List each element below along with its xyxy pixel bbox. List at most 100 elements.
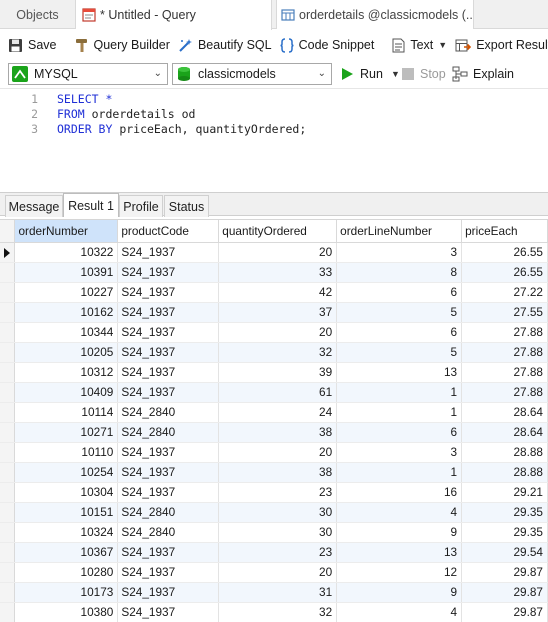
column-header-orderlinenumber[interactable]: orderLineNumber [336, 220, 463, 243]
row-header[interactable] [0, 402, 16, 423]
column-header-quantityordered[interactable]: quantityOrdered [218, 220, 338, 243]
table-cell[interactable]: 10409 [14, 382, 119, 403]
beautify-sql-button[interactable]: Beautify SQL [174, 33, 276, 57]
table-cell[interactable]: 28.64 [461, 402, 548, 423]
table-cell[interactable]: S24_1937 [117, 302, 220, 323]
table-row[interactable]: 10173 S24_1937 31 9 29.87 [0, 582, 548, 603]
tab-profile[interactable]: Profile [119, 195, 163, 217]
table-row[interactable]: 10409 S24_1937 61 1 27.88 [0, 382, 548, 403]
table-cell[interactable]: S24_1937 [117, 262, 220, 283]
database-select[interactable]: classicmodels ⌄ [172, 63, 332, 85]
table-row[interactable]: 10227 S24_1937 42 6 27.22 [0, 282, 548, 303]
table-cell[interactable]: 16 [336, 482, 463, 503]
table-cell[interactable]: 28.64 [461, 422, 548, 443]
table-cell[interactable]: 38 [218, 422, 338, 443]
table-cell[interactable]: S24_1937 [117, 362, 220, 383]
table-cell[interactable]: 31 [218, 582, 338, 603]
table-cell[interactable]: 10271 [14, 422, 119, 443]
table-cell[interactable]: 28.88 [461, 442, 548, 463]
table-cell[interactable]: S24_2840 [117, 502, 220, 523]
table-cell[interactable]: 30 [218, 522, 338, 543]
table-row[interactable]: 10304 S24_1937 23 16 29.21 [0, 482, 548, 503]
table-cell[interactable]: 1 [336, 382, 463, 403]
table-row[interactable]: 10271 S24_2840 38 6 28.64 [0, 422, 548, 443]
table-cell[interactable]: 4 [336, 502, 463, 523]
table-cell[interactable]: 8 [336, 262, 463, 283]
table-cell[interactable]: 10162 [14, 302, 119, 323]
tab-status[interactable]: Status [164, 195, 209, 217]
table-cell[interactable]: 42 [218, 282, 338, 303]
explain-button[interactable]: Explain [452, 63, 514, 85]
row-header[interactable] [0, 602, 16, 622]
table-cell[interactable]: 23 [218, 482, 338, 503]
row-header[interactable] [0, 462, 16, 483]
table-cell[interactable]: 27.88 [461, 342, 548, 363]
table-cell[interactable]: 10151 [14, 502, 119, 523]
table-cell[interactable]: S24_1937 [117, 462, 220, 483]
tab-result-1[interactable]: Result 1 [63, 193, 119, 217]
table-cell[interactable]: 5 [336, 302, 463, 323]
table-row[interactable]: 10280 S24_1937 20 12 29.87 [0, 562, 548, 583]
row-header[interactable] [0, 522, 16, 543]
table-cell[interactable]: 27.22 [461, 282, 548, 303]
table-cell[interactable]: 10312 [14, 362, 119, 383]
table-cell[interactable]: 28.88 [461, 462, 548, 483]
table-cell[interactable]: 29.87 [461, 562, 548, 583]
query-builder-button[interactable]: Query Builder [71, 33, 174, 57]
table-cell[interactable]: S24_1937 [117, 482, 220, 503]
table-cell[interactable]: 23 [218, 542, 338, 563]
table-cell[interactable]: 4 [336, 602, 463, 622]
table-cell[interactable]: 10254 [14, 462, 119, 483]
table-cell[interactable]: 10227 [14, 282, 119, 303]
table-cell[interactable]: 10380 [14, 602, 119, 622]
table-row[interactable]: 10344 S24_1937 20 6 27.88 [0, 322, 548, 343]
row-header[interactable] [0, 542, 16, 563]
table-cell[interactable]: 29.35 [461, 502, 548, 523]
dropdown-caret-icon[interactable]: ▼ [438, 40, 447, 50]
row-header[interactable] [0, 582, 16, 603]
table-row[interactable]: 10322 S24_1937 20 3 26.55 [0, 242, 548, 263]
table-cell[interactable]: 9 [336, 522, 463, 543]
table-cell[interactable]: 26.55 [461, 262, 548, 283]
table-cell[interactable]: 10344 [14, 322, 119, 343]
table-row[interactable]: 10151 S24_2840 30 4 29.35 [0, 502, 548, 523]
table-row[interactable]: 10367 S24_1937 23 13 29.54 [0, 542, 548, 563]
table-cell[interactable]: 1 [336, 462, 463, 483]
table-cell[interactable]: S24_1937 [117, 382, 220, 403]
table-cell[interactable]: 39 [218, 362, 338, 383]
row-header[interactable] [0, 262, 16, 283]
row-header[interactable] [0, 242, 16, 263]
table-cell[interactable]: S24_1937 [117, 322, 220, 343]
table-cell[interactable]: 32 [218, 602, 338, 622]
tab-message[interactable]: Message [5, 195, 63, 217]
row-header[interactable] [0, 322, 16, 343]
connection-select[interactable]: MYSQL ⌄ [8, 63, 168, 85]
text-output-button[interactable]: Text ▼ [388, 33, 451, 57]
table-row[interactable]: 10380 S24_1937 32 4 29.87 [0, 602, 548, 622]
table-cell[interactable]: S24_2840 [117, 422, 220, 443]
table-cell[interactable]: 5 [336, 342, 463, 363]
table-cell[interactable]: 3 [336, 242, 463, 263]
sql-editor[interactable]: 1 2 3 SELECT * FROM orderdetails od ORDE… [0, 88, 548, 190]
row-header[interactable] [0, 342, 16, 363]
row-header[interactable] [0, 502, 16, 523]
column-header-priceeach[interactable]: priceEach [461, 220, 548, 243]
table-cell[interactable]: 10324 [14, 522, 119, 543]
table-cell[interactable]: 29.35 [461, 522, 548, 543]
table-cell[interactable]: 1 [336, 402, 463, 423]
table-cell[interactable]: 27.88 [461, 322, 548, 343]
tab-orderdetails[interactable]: orderdetails @classicmodels (... [276, 0, 474, 29]
table-cell[interactable]: 61 [218, 382, 338, 403]
table-cell[interactable]: S24_1937 [117, 282, 220, 303]
table-cell[interactable]: S24_1937 [117, 602, 220, 622]
table-row[interactable]: 10254 S24_1937 38 1 28.88 [0, 462, 548, 483]
table-cell[interactable]: 10391 [14, 262, 119, 283]
code-snippet-button[interactable]: Code Snippet [276, 33, 379, 57]
table-row[interactable]: 10110 S24_1937 20 3 28.88 [0, 442, 548, 463]
table-cell[interactable]: 27.88 [461, 362, 548, 383]
table-cell[interactable]: 10205 [14, 342, 119, 363]
table-cell[interactable]: S24_1937 [117, 242, 220, 263]
table-row[interactable]: 10114 S24_2840 24 1 28.64 [0, 402, 548, 423]
table-cell[interactable]: 29.87 [461, 582, 548, 603]
tab-untitled-query[interactable]: * Untitled - Query [76, 0, 272, 30]
